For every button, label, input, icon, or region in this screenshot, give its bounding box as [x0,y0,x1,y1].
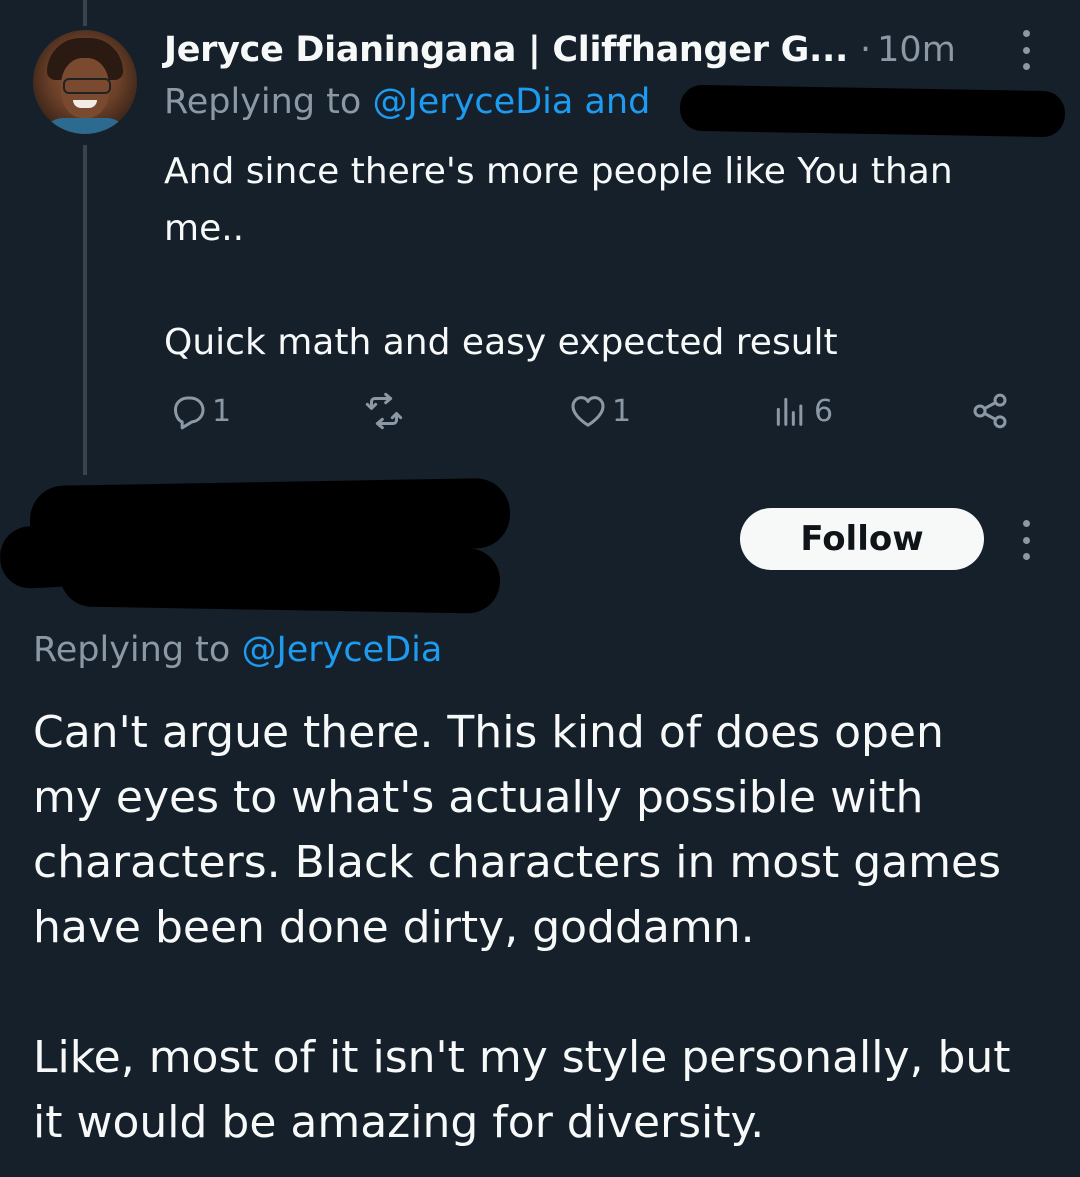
author-name[interactable]: Jeryce Dianingana | Cliffhanger G... [164,30,848,70]
like-button[interactable]: 1 [568,385,631,437]
views-icon [776,397,803,426]
tweet-text: And since there's more people like You t… [164,151,953,363]
replying-to: Replying to @JeryceDia and [164,82,650,122]
timestamp[interactable]: 10m [877,30,956,70]
share-button[interactable] [970,385,1010,437]
tweet-actions: 1 1 6 [164,385,1024,437]
tweet-text: Can't argue there. This kind of does ope… [33,707,1011,1148]
separator-dot: · [860,30,872,70]
replying-prefix: Replying to [33,630,242,670]
redaction-mark [679,84,1066,138]
replying-mention[interactable]: @JeryceDia and [372,82,650,122]
redaction-mark [59,541,501,614]
tweet-header: Jeryce Dianingana | Cliffhanger G... · 1… [164,26,1044,74]
like-count: 1 [612,393,632,429]
replying-mention[interactable]: @JeryceDia [241,630,442,670]
views-button[interactable]: 6 [770,385,833,437]
share-icon [973,393,1007,429]
reply-count: 1 [212,393,232,429]
replying-prefix: Replying to [164,82,373,122]
like-icon [571,396,605,427]
thread-line [83,145,87,475]
reply-button[interactable]: 1 [168,385,231,437]
retweet-icon [365,392,403,430]
follow-button[interactable]: Follow [740,508,984,570]
more-icon[interactable] [1020,520,1032,560]
thread-line-top [83,0,87,26]
more-icon[interactable] [1020,30,1032,70]
retweet-button[interactable] [364,385,404,437]
views-count: 6 [814,393,834,429]
replying-to: Replying to @JeryceDia [33,630,442,670]
reply-icon [174,396,205,430]
avatar[interactable] [33,30,137,134]
